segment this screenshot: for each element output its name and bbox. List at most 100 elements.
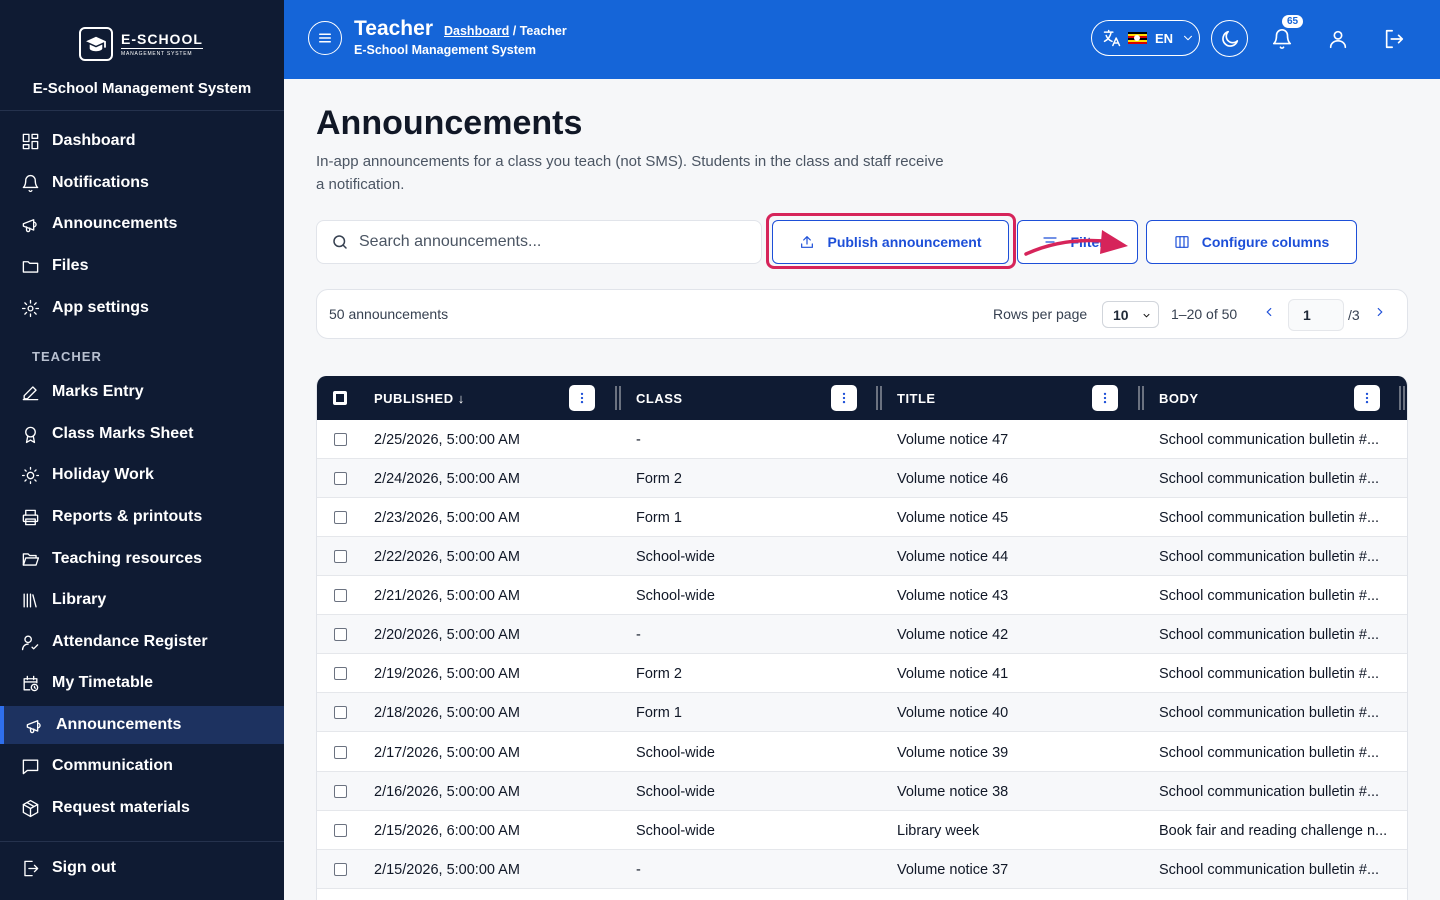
menu-toggle-button[interactable] bbox=[308, 21, 342, 55]
table-row[interactable]: 2/15/2026, 5:00:00 AM - Volume notice 37… bbox=[317, 850, 1407, 889]
cell-title: Volume notice 37 bbox=[897, 862, 1009, 878]
cell-published: 2/16/2026, 5:00:00 AM bbox=[374, 784, 520, 800]
row-checkbox[interactable] bbox=[334, 511, 347, 524]
library-icon bbox=[20, 590, 40, 610]
pagination-bar: 50 announcements Rows per page 10 1–20 o… bbox=[316, 289, 1408, 339]
table-row[interactable]: 2/24/2026, 5:00:00 AM Form 2 Volume noti… bbox=[317, 459, 1407, 498]
cell-body: School communication bulletin #... bbox=[1159, 510, 1380, 526]
sidebar-item-library[interactable]: Library bbox=[0, 581, 284, 619]
table-row[interactable]: 2/22/2026, 5:00:00 AM School-wide Volume… bbox=[317, 537, 1407, 576]
row-checkbox[interactable] bbox=[334, 746, 347, 759]
megaphone-icon bbox=[24, 715, 44, 735]
row-checkbox[interactable] bbox=[334, 667, 347, 680]
sidebar-item-label: Request materials bbox=[52, 799, 190, 816]
row-checkbox[interactable] bbox=[334, 706, 347, 719]
select-all-checkbox[interactable] bbox=[333, 391, 347, 405]
column-header-class[interactable]: CLASS bbox=[636, 391, 683, 406]
system-name: E-School Management System bbox=[32, 80, 252, 97]
row-checkbox[interactable] bbox=[334, 433, 347, 446]
sidebar-item-label: Attendance Register bbox=[52, 633, 208, 650]
language-selector[interactable]: EN bbox=[1091, 20, 1200, 56]
translate-icon bbox=[1103, 29, 1121, 47]
search-input[interactable] bbox=[359, 233, 739, 251]
moon-icon bbox=[1221, 30, 1238, 47]
column-header-published[interactable]: PUBLISHED ↓ bbox=[374, 391, 465, 406]
sun-icon bbox=[20, 465, 40, 485]
sidebar-item-reports[interactable]: Reports & printouts bbox=[0, 498, 284, 536]
column-resize-handle[interactable] bbox=[1138, 386, 1144, 410]
rows-per-page-select[interactable]: 10 bbox=[1102, 301, 1159, 328]
previous-page-button[interactable] bbox=[1262, 305, 1282, 325]
column-menu-button[interactable] bbox=[569, 385, 595, 411]
column-menu-button[interactable] bbox=[1354, 385, 1380, 411]
table-row[interactable]: 2/18/2026, 5:00:00 AM Form 1 Volume noti… bbox=[317, 693, 1407, 732]
language-code: EN bbox=[1155, 30, 1174, 46]
table-row[interactable]: 2/19/2026, 5:00:00 AM Form 2 Volume noti… bbox=[317, 654, 1407, 693]
sidebar-item-holiday-work[interactable]: Holiday Work bbox=[0, 456, 284, 494]
table-row[interactable]: 2/16/2026, 5:00:00 AM School-wide Volume… bbox=[317, 772, 1407, 811]
sidebar-item-files[interactable]: Files bbox=[0, 247, 284, 285]
page-number-input[interactable]: 1 bbox=[1288, 299, 1344, 331]
kebab-menu-icon bbox=[1365, 392, 1369, 404]
folder-open-icon bbox=[20, 549, 40, 569]
table-row[interactable]: 2/23/2026, 5:00:00 AM Form 1 Volume noti… bbox=[317, 498, 1407, 537]
configure-columns-button[interactable]: Configure columns bbox=[1146, 220, 1357, 264]
column-header-title[interactable]: TITLE bbox=[897, 391, 936, 406]
sidebar-item-dashboard[interactable]: Dashboard bbox=[0, 122, 284, 160]
column-header-body[interactable]: BODY bbox=[1159, 391, 1199, 406]
sidebar: E-SCHOOL MANAGEMENT SYSTEM E-School Mana… bbox=[0, 0, 284, 900]
table-row[interactable]: 2/15/2026, 6:00:00 AM School-wide Librar… bbox=[317, 811, 1407, 850]
notifications-button[interactable]: 65 bbox=[1268, 15, 1304, 53]
column-resize-handle[interactable] bbox=[876, 386, 882, 410]
header-subtitle: E-School Management System bbox=[354, 43, 536, 57]
row-checkbox[interactable] bbox=[334, 785, 347, 798]
row-checkbox[interactable] bbox=[334, 863, 347, 876]
profile-button[interactable] bbox=[1324, 25, 1352, 53]
logo-subtitle: MANAGEMENT SYSTEM bbox=[121, 50, 193, 57]
sidebar-item-label: Announcements bbox=[52, 215, 178, 232]
graduation-cap-icon bbox=[79, 27, 113, 61]
sidebar-item-label: Reports & printouts bbox=[52, 508, 203, 525]
sidebar-item-app-settings[interactable]: App settings bbox=[0, 289, 284, 327]
cell-class: School-wide bbox=[636, 823, 715, 839]
row-checkbox[interactable] bbox=[334, 589, 347, 602]
breadcrumb-dashboard-link[interactable]: Dashboard bbox=[444, 24, 509, 38]
sidebar-item-notifications[interactable]: Notifications bbox=[0, 164, 284, 202]
row-checkbox[interactable] bbox=[334, 628, 347, 641]
logout-button[interactable] bbox=[1380, 25, 1408, 53]
sidebar-item-marks-entry[interactable]: Marks Entry bbox=[0, 373, 284, 411]
sidebar-item-communication[interactable]: Communication bbox=[0, 747, 284, 785]
theme-toggle-button[interactable] bbox=[1211, 20, 1248, 57]
table-header: PUBLISHED ↓ CLASS TITLE BODY bbox=[317, 376, 1407, 420]
cell-body: School communication bulletin #... bbox=[1159, 588, 1380, 604]
sidebar-item-teaching-resources[interactable]: Teaching resources bbox=[0, 540, 284, 578]
sidebar-item-announcements[interactable]: Announcements bbox=[0, 205, 284, 243]
sign-out-button[interactable]: Sign out bbox=[0, 849, 284, 887]
chat-icon bbox=[20, 756, 40, 776]
sidebar-item-class-marks-sheet[interactable]: Class Marks Sheet bbox=[0, 415, 284, 453]
row-checkbox[interactable] bbox=[334, 824, 347, 837]
column-menu-button[interactable] bbox=[1092, 385, 1118, 411]
publish-announcement-button[interactable]: Publish announcement bbox=[772, 220, 1009, 264]
sidebar-item-request-materials[interactable]: Request materials bbox=[0, 789, 284, 827]
sidebar-item-announcements-teacher[interactable]: Announcements bbox=[0, 706, 284, 744]
column-resize-handle[interactable] bbox=[1399, 386, 1405, 410]
cell-title: Volume notice 43 bbox=[897, 588, 1009, 604]
table-row[interactable]: 2/25/2026, 5:00:00 AM - Volume notice 47… bbox=[317, 420, 1407, 459]
table-row[interactable]: 2/21/2026, 5:00:00 AM School-wide Volume… bbox=[317, 576, 1407, 615]
row-checkbox[interactable] bbox=[334, 472, 347, 485]
cell-body: School communication bulletin #... bbox=[1159, 862, 1380, 878]
row-checkbox[interactable] bbox=[334, 550, 347, 563]
cell-published: 2/22/2026, 5:00:00 AM bbox=[374, 549, 520, 565]
table-row[interactable]: 2/17/2026, 5:00:00 AM School-wide Volume… bbox=[317, 733, 1407, 772]
next-page-button[interactable] bbox=[1373, 305, 1393, 325]
sidebar-item-my-timetable[interactable]: My Timetable bbox=[0, 664, 284, 702]
column-resize-handle[interactable] bbox=[615, 386, 621, 410]
page-header-title: Teacher bbox=[354, 17, 433, 40]
cell-body: School communication bulletin #... bbox=[1159, 784, 1380, 800]
sidebar-item-attendance-register[interactable]: Attendance Register bbox=[0, 623, 284, 661]
logout-icon bbox=[1385, 29, 1404, 49]
table-row[interactable]: 2/20/2026, 5:00:00 AM - Volume notice 42… bbox=[317, 615, 1407, 654]
cell-title: Volume notice 38 bbox=[897, 784, 1009, 800]
column-menu-button[interactable] bbox=[831, 385, 857, 411]
